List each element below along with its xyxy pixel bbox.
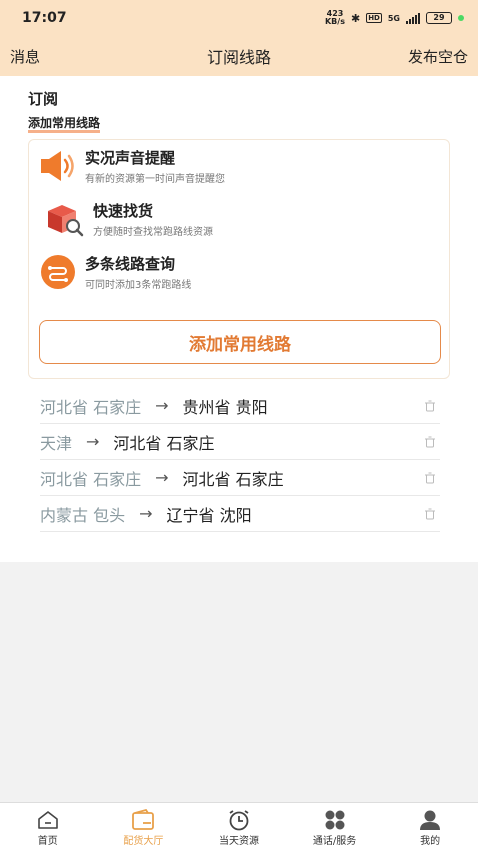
section-title: 订阅 xyxy=(28,90,59,108)
main-content: 订阅 添加常用线路 实况声音提醒 有新的资源第一时间声音提醒您 快速找货 方便随… xyxy=(0,76,478,562)
tab-label: 通话/服务 xyxy=(312,836,357,847)
route-row[interactable]: 河北省 石家庄 → 贵州省 贵阳 xyxy=(40,388,440,424)
route-list: 河北省 石家庄 → 贵州省 贵阳 天津 → 河北省 石家庄 河北省 石家庄 → … xyxy=(40,388,440,532)
route-icon xyxy=(37,252,79,292)
network-speed: 423 KB/s xyxy=(324,9,345,26)
route-from: 河北省 石家庄 xyxy=(40,469,142,489)
network-type: 5G xyxy=(387,13,400,23)
feature-name: 实况声音提醒 xyxy=(85,149,176,167)
feature-item: 快速找货 方便随时查找常跑路线资源 xyxy=(37,199,213,239)
battery-icon: 29 xyxy=(426,12,452,24)
tab-call-service[interactable]: 通话/服务 xyxy=(287,803,383,850)
route-row[interactable]: 河北省 石家庄 → 河北省 石家庄 xyxy=(40,460,440,496)
arrow-right-icon: → xyxy=(139,504,153,523)
add-route-button[interactable]: 添加常用线路 xyxy=(39,320,441,364)
messages-button[interactable]: 消息 xyxy=(10,46,40,67)
tab-mine[interactable]: 我的 xyxy=(382,803,478,850)
trash-icon[interactable] xyxy=(424,436,436,448)
publish-empty-button[interactable]: 发布空仓 xyxy=(408,46,468,67)
route-from: 天津 xyxy=(40,433,73,453)
route-to: 河北省 石家庄 xyxy=(113,433,215,453)
feature-desc: 有新的资源第一时间声音提醒您 xyxy=(85,174,225,185)
feature-name: 快速找货 xyxy=(93,202,154,220)
trash-icon[interactable] xyxy=(424,508,436,520)
feature-desc: 可同时添加3条常跑路线 xyxy=(85,280,192,291)
box-search-icon xyxy=(43,199,85,239)
grid-icon xyxy=(323,808,347,832)
signal-icon xyxy=(406,12,420,24)
feature-item: 实况声音提醒 有新的资源第一时间声音提醒您 xyxy=(37,146,225,186)
tab-label: 首页 xyxy=(37,836,58,847)
route-from: 内蒙古 包头 xyxy=(40,505,126,525)
arrow-right-icon: → xyxy=(155,468,169,487)
status-time: 17:07 xyxy=(22,10,67,26)
tab-bar: 首页 配货大厅 当天资源 通话/服务 我的 xyxy=(0,802,478,850)
route-row[interactable]: 天津 → 河北省 石家庄 xyxy=(40,424,440,460)
feature-desc: 方便随时查找常跑路线资源 xyxy=(93,227,213,238)
bluetooth-icon: ✱ xyxy=(350,11,361,25)
feature-item: 多条线路查询 可同时添加3条常跑路线 xyxy=(37,252,191,292)
home-icon xyxy=(36,808,60,832)
tab-label: 当天资源 xyxy=(218,836,259,847)
trash-icon[interactable] xyxy=(424,400,436,412)
wallet-icon xyxy=(131,808,155,832)
charging-dot-icon xyxy=(458,15,464,21)
page-title: 订阅线路 xyxy=(206,48,271,67)
feature-name: 多条线路查询 xyxy=(85,255,176,273)
status-indicators: 423 KB/s ✱ HD 5G 29 xyxy=(325,10,464,26)
feature-card: 实况声音提醒 有新的资源第一时间声音提醒您 快速找货 方便随时查找常跑路线资源 xyxy=(28,139,450,379)
arrow-right-icon: → xyxy=(86,432,100,451)
route-to: 辽宁省 沈阳 xyxy=(166,505,252,525)
tab-cargo-hall[interactable]: 配货大厅 xyxy=(96,803,192,850)
trash-icon[interactable] xyxy=(424,472,436,484)
route-to: 贵州省 贵阳 xyxy=(182,397,268,417)
status-bar: 17:07 423 KB/s ✱ HD 5G 29 xyxy=(0,0,478,36)
route-to: 河北省 石家庄 xyxy=(182,469,284,489)
tab-home[interactable]: 首页 xyxy=(0,803,96,850)
tab-today-resources[interactable]: 当天资源 xyxy=(191,803,287,850)
nav-bar: 消息 订阅线路 发布空仓 xyxy=(0,36,478,76)
clock-icon xyxy=(227,808,251,832)
arrow-right-icon: → xyxy=(155,396,169,415)
hd-icon: HD xyxy=(366,13,382,23)
route-row[interactable]: 内蒙古 包头 → 辽宁省 沈阳 xyxy=(40,496,440,532)
section-subtitle: 添加常用线路 xyxy=(28,114,101,133)
tab-label: 配货大厅 xyxy=(123,836,164,847)
speaker-icon xyxy=(37,146,79,186)
route-from: 河北省 石家庄 xyxy=(40,397,142,417)
tab-label: 我的 xyxy=(420,836,441,847)
user-icon xyxy=(418,808,442,832)
